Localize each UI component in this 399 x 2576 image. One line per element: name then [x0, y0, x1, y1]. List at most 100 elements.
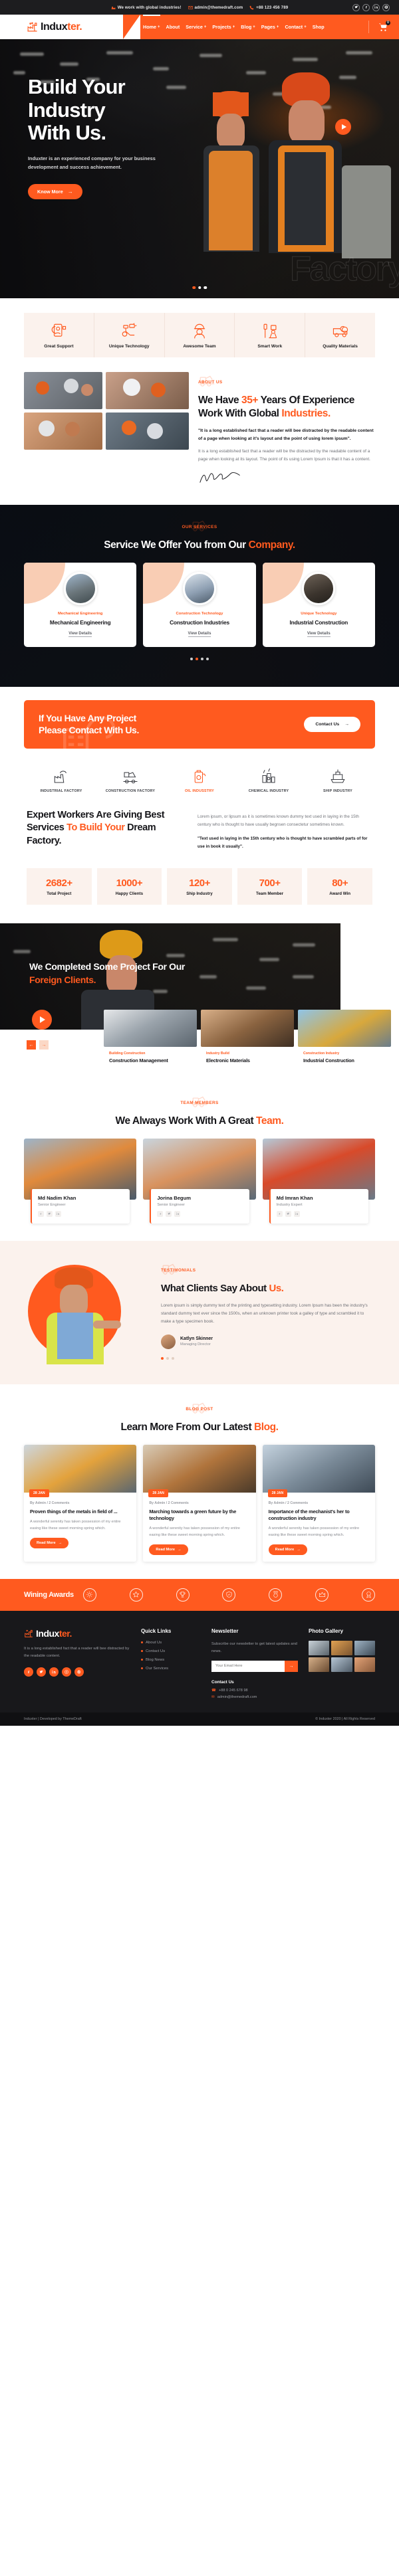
site-logo[interactable]: Induxter.: [27, 21, 82, 33]
feature-great-support[interactable]: Great Support: [24, 313, 94, 357]
footer-contact-phone[interactable]: ☎ +88 0 245 678 98: [211, 1689, 298, 1693]
project-card[interactable]: Construction Industry Industrial Constru…: [298, 1010, 391, 1070]
gallery-thumb[interactable]: [331, 1640, 352, 1655]
projects-next-button[interactable]: →: [39, 1040, 49, 1050]
services-dot-1[interactable]: [190, 657, 193, 660]
industry-tab-construction-factory[interactable]: CONSTRUCTION FACTORY: [96, 769, 165, 793]
linkedin-icon[interactable]: [55, 1211, 61, 1218]
services-dot-3[interactable]: [201, 657, 203, 660]
footer-link-our-services[interactable]: Our Services: [141, 1667, 201, 1671]
footer-link-contact-us[interactable]: Contact Us: [141, 1649, 201, 1653]
instagram-icon[interactable]: [62, 1667, 71, 1677]
arrow-right-icon: →: [344, 721, 349, 727]
twitter-icon[interactable]: [285, 1211, 291, 1218]
service-view-details-link[interactable]: View Details: [307, 632, 331, 637]
service-card[interactable]: Mechanical Engineering Mechanical Engine…: [24, 562, 137, 647]
service-card-image: [302, 571, 336, 605]
topbar-phone[interactable]: +88 123 456 789: [249, 5, 288, 10]
gallery-thumb[interactable]: [354, 1657, 375, 1672]
feature-quality-materials[interactable]: Quality Materials: [305, 313, 375, 357]
gallery-thumb[interactable]: [354, 1640, 375, 1655]
testimonial-dot-2[interactable]: [166, 1356, 169, 1360]
blog-read-more-button[interactable]: Read More →: [268, 1544, 307, 1555]
blog-post-card[interactable]: 28 JAN By Admin / 2 Comments Marching to…: [143, 1444, 256, 1562]
nav-item-shop[interactable]: Shop: [313, 24, 325, 30]
gallery-thumb[interactable]: [309, 1640, 330, 1655]
nav-item-contact[interactable]: Contact +: [285, 24, 306, 30]
projects-prev-button[interactable]: ←: [27, 1040, 36, 1050]
service-card[interactable]: Construction Technology Construction Ind…: [143, 562, 256, 647]
industry-tab-industrial-factory[interactable]: INDUSTRIAL FACTORY: [27, 769, 96, 793]
gallery-thumb[interactable]: [331, 1657, 352, 1672]
footer-photo-gallery: [309, 1640, 375, 1672]
pinterest-icon[interactable]: [382, 3, 390, 11]
cta-contact-button[interactable]: Contact Us →: [304, 716, 360, 732]
linkedin-icon[interactable]: [293, 1211, 300, 1218]
project-card[interactable]: Building Construction Construction Manag…: [104, 1010, 197, 1070]
twitter-icon[interactable]: [352, 3, 360, 11]
linkedin-icon[interactable]: [372, 3, 380, 11]
newsletter-submit-button[interactable]: →: [285, 1660, 298, 1672]
hero-dot-1[interactable]: [192, 286, 196, 289]
footer-contact-email[interactable]: ✉ admin@themedraft.com: [211, 1695, 298, 1699]
blog-post-card[interactable]: 28 JAN By Admin / 2 Comments Proven thin…: [24, 1444, 137, 1562]
logo-area[interactable]: Induxter.: [0, 15, 140, 39]
hero-play-button[interactable]: [335, 119, 351, 135]
testimonial-author-role: Managing Director: [180, 1342, 211, 1347]
footer-link-about-us[interactable]: About Us: [141, 1641, 201, 1645]
newsletter-email-input[interactable]: [211, 1660, 285, 1672]
project-card[interactable]: Industry Build Electronic Materials: [201, 1010, 294, 1070]
twitter-icon[interactable]: [47, 1211, 53, 1218]
service-view-details-link[interactable]: View Details: [68, 632, 92, 637]
team-member-card[interactable]: Md Imran Khan Industry Expert: [262, 1139, 375, 1224]
facebook-icon[interactable]: [362, 3, 370, 11]
projects-play-button[interactable]: [32, 1010, 52, 1030]
linkedin-icon[interactable]: [49, 1667, 59, 1677]
star-award-icon: [129, 1588, 143, 1602]
services-dot-4[interactable]: [206, 657, 209, 660]
hero-know-more-button[interactable]: Know More →: [28, 183, 82, 199]
gallery-thumb[interactable]: [309, 1657, 330, 1672]
testimonial-dot-1[interactable]: [161, 1356, 164, 1360]
team-member-card[interactable]: Jorina Begum Senior Engineer: [143, 1139, 256, 1224]
cart-icon[interactable]: 0: [378, 20, 390, 32]
facebook-icon[interactable]: [24, 1667, 33, 1677]
twitter-icon[interactable]: [37, 1667, 46, 1677]
blog-post-title: Proven things of the metals in field of …: [30, 1508, 118, 1515]
footer-newsletter-text: Subscribe our newsletter to get latest u…: [211, 1641, 297, 1653]
features-section: Great Support Unique Technology Awesome …: [0, 298, 399, 367]
feature-unique-technology[interactable]: Unique Technology: [94, 313, 165, 357]
feature-awesome-team[interactable]: Awesome Team: [165, 313, 235, 357]
blog-read-more-button[interactable]: Read More →: [149, 1544, 188, 1555]
hero-dot-2[interactable]: [198, 286, 201, 289]
facebook-icon[interactable]: [38, 1211, 44, 1218]
nav-item-service[interactable]: Service +: [186, 24, 206, 30]
team-member-card[interactable]: Md Nadim Khan Senior Engineer: [24, 1139, 137, 1224]
feature-smart-work[interactable]: Smart Work: [235, 313, 306, 357]
twitter-icon[interactable]: [166, 1211, 172, 1218]
service-card[interactable]: Unique Technology Industrial Constructio…: [262, 562, 375, 647]
nav-item-blog[interactable]: Blog +: [241, 24, 255, 30]
nav-item-home[interactable]: Home +: [143, 24, 160, 30]
footer-logo[interactable]: Induxter.: [24, 1628, 130, 1639]
facebook-icon[interactable]: [157, 1211, 164, 1218]
service-view-details-link[interactable]: View Details: [188, 632, 211, 637]
industry-tab-ship-industry[interactable]: SHIP INDUSTRY: [303, 769, 372, 793]
pinterest-icon[interactable]: [74, 1667, 84, 1677]
nav-item-about[interactable]: About: [166, 24, 180, 30]
industry-tab-chemical-industry[interactable]: CHEMICAL INDUSTRY: [234, 768, 303, 793]
nav-item-projects[interactable]: Projects +: [212, 24, 235, 30]
facebook-icon[interactable]: [276, 1211, 283, 1218]
services-dot-2[interactable]: [196, 657, 198, 660]
blog-post-card[interactable]: 28 JAN By Admin / 2 Comments Importance …: [262, 1444, 375, 1562]
industry-tab-oil-industry[interactable]: OIL INDUSSTRY: [165, 769, 234, 793]
testimonial-dot-3[interactable]: [172, 1356, 174, 1360]
footer-link-blog-news[interactable]: Blog News: [141, 1658, 201, 1662]
hero-dot-3[interactable]: [203, 286, 207, 289]
linkedin-icon[interactable]: [174, 1211, 181, 1218]
topbar-email[interactable]: admin@themedraft.com: [188, 5, 243, 10]
card-blob-decoration: [262, 562, 304, 604]
nav-item-pages[interactable]: Pages +: [261, 24, 279, 30]
blog-read-more-button[interactable]: Read More →: [30, 1537, 69, 1548]
team-member-name: Md Imran Khan: [276, 1195, 313, 1202]
